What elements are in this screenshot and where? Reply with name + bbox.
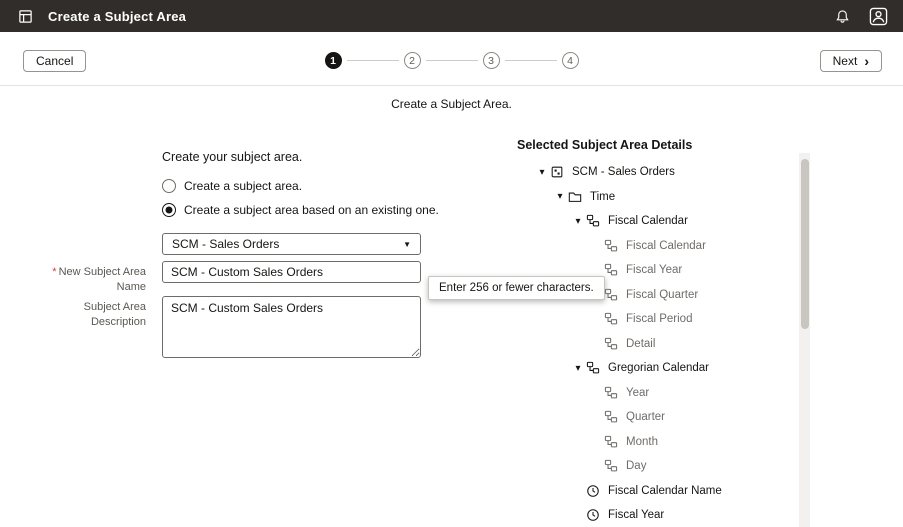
toolbar-separator bbox=[0, 85, 903, 86]
radio-create-new[interactable]: Create a subject area. bbox=[162, 179, 302, 193]
wizard-subtitle: Create a Subject Area. bbox=[391, 97, 512, 111]
tree-item[interactable]: ▾ Fiscal Calendar bbox=[534, 234, 722, 259]
new-subject-area-name-input[interactable] bbox=[162, 261, 421, 283]
form-section-title: Create your subject area. bbox=[162, 150, 303, 164]
radio-create-from-existing[interactable]: Create a subject area based on an existi… bbox=[162, 203, 439, 217]
tree-item[interactable]: ▾ Gregorian Calendar bbox=[534, 356, 722, 381]
radio-create-from-existing-label: Create a subject area based on an existi… bbox=[184, 203, 439, 217]
caret-down-icon[interactable]: ▾ bbox=[570, 216, 586, 227]
clock-icon bbox=[586, 508, 606, 522]
tree-item[interactable]: ▾ SCM - Sales Orders bbox=[534, 160, 722, 185]
source-subject-area-select[interactable]: SCM - Sales Orders ▼ bbox=[162, 233, 421, 255]
tree-item[interactable]: ▾ Fiscal Calendar Name bbox=[534, 479, 722, 504]
source-subject-area-value: SCM - Sales Orders bbox=[172, 237, 280, 251]
tree-item[interactable]: ▾ Fiscal Period bbox=[534, 307, 722, 332]
level-icon bbox=[604, 459, 624, 473]
step-connector bbox=[346, 59, 399, 62]
next-button-label: Next bbox=[832, 54, 858, 68]
next-button[interactable]: Next › bbox=[819, 50, 882, 72]
tree-item[interactable]: ▾ Fiscal Calendar bbox=[534, 209, 722, 234]
name-field-label: * New Subject Area Name bbox=[52, 266, 146, 294]
tree-item[interactable]: ▾ Fiscal Year bbox=[534, 258, 722, 283]
level-icon bbox=[604, 337, 624, 351]
subject-area-description-textarea[interactable]: SCM - Custom Sales Orders bbox=[162, 296, 421, 358]
level-icon bbox=[604, 263, 624, 277]
caret-down-icon[interactable]: ▾ bbox=[570, 363, 586, 374]
clock-icon bbox=[586, 484, 606, 498]
tree-item[interactable]: ▾ Fiscal Year bbox=[534, 503, 722, 527]
tree-item[interactable]: ▾ Day bbox=[534, 454, 722, 479]
select-caret-icon: ▼ bbox=[403, 239, 411, 249]
radio-create-from-existing-input[interactable] bbox=[162, 203, 176, 217]
description-field-label: Subject Area Description bbox=[83, 301, 146, 329]
subject-area-icon bbox=[550, 165, 570, 179]
app-header: Create a Subject Area bbox=[0, 0, 903, 32]
level-icon bbox=[604, 288, 624, 302]
step-indicator-2[interactable]: 2 bbox=[403, 52, 421, 69]
create-subject-area-page: Create a Subject Area Cancel 1 2 3 4 Nex… bbox=[0, 0, 903, 527]
caret-down-icon[interactable]: ▾ bbox=[552, 191, 568, 202]
required-asterisk: * bbox=[52, 266, 57, 278]
cancel-button[interactable]: Cancel bbox=[23, 50, 87, 72]
chevron-right-icon: › bbox=[864, 53, 869, 69]
step-connector bbox=[425, 59, 478, 62]
level-icon bbox=[604, 312, 624, 326]
hierarchy-icon bbox=[586, 361, 606, 375]
level-icon bbox=[604, 239, 624, 253]
tree-item[interactable]: ▾ Detail bbox=[534, 332, 722, 357]
radio-create-new-label: Create a subject area. bbox=[184, 179, 303, 193]
step-connector bbox=[504, 59, 557, 62]
step-indicator-3[interactable]: 3 bbox=[482, 52, 500, 69]
caret-down-icon[interactable]: ▾ bbox=[534, 167, 550, 178]
scrollbar-thumb[interactable] bbox=[800, 159, 809, 329]
radio-create-new-input[interactable] bbox=[162, 179, 176, 193]
page-title: Create a Subject Area bbox=[48, 8, 187, 24]
cancel-button-label: Cancel bbox=[36, 54, 74, 68]
app-icon[interactable] bbox=[12, 3, 38, 29]
tree-item[interactable]: ▾ Fiscal Quarter bbox=[534, 283, 722, 308]
tree-item[interactable]: ▾ Year bbox=[534, 381, 722, 406]
step-indicator-1[interactable]: 1 bbox=[324, 52, 342, 69]
scrollbar-track[interactable] bbox=[799, 153, 810, 527]
hierarchy-icon bbox=[586, 214, 606, 228]
level-icon bbox=[604, 410, 624, 424]
step-indicator-4[interactable]: 4 bbox=[561, 52, 579, 69]
folder-icon bbox=[568, 190, 588, 204]
level-icon bbox=[604, 435, 624, 449]
subject-area-tree: ▾ SCM - Sales Orders ▾ Time ▾ Fiscal Cal… bbox=[534, 160, 722, 527]
details-panel-title: Selected Subject Area Details bbox=[517, 138, 693, 152]
wizard-stepper: 1 2 3 4 bbox=[324, 52, 579, 69]
tree-item[interactable]: ▾ Quarter bbox=[534, 405, 722, 430]
notifications-bell-icon[interactable] bbox=[829, 3, 855, 29]
tree-item[interactable]: ▾ Month bbox=[534, 430, 722, 455]
tree-item[interactable]: ▾ Time bbox=[534, 185, 722, 210]
user-avatar-icon[interactable] bbox=[865, 3, 891, 29]
level-icon bbox=[604, 386, 624, 400]
